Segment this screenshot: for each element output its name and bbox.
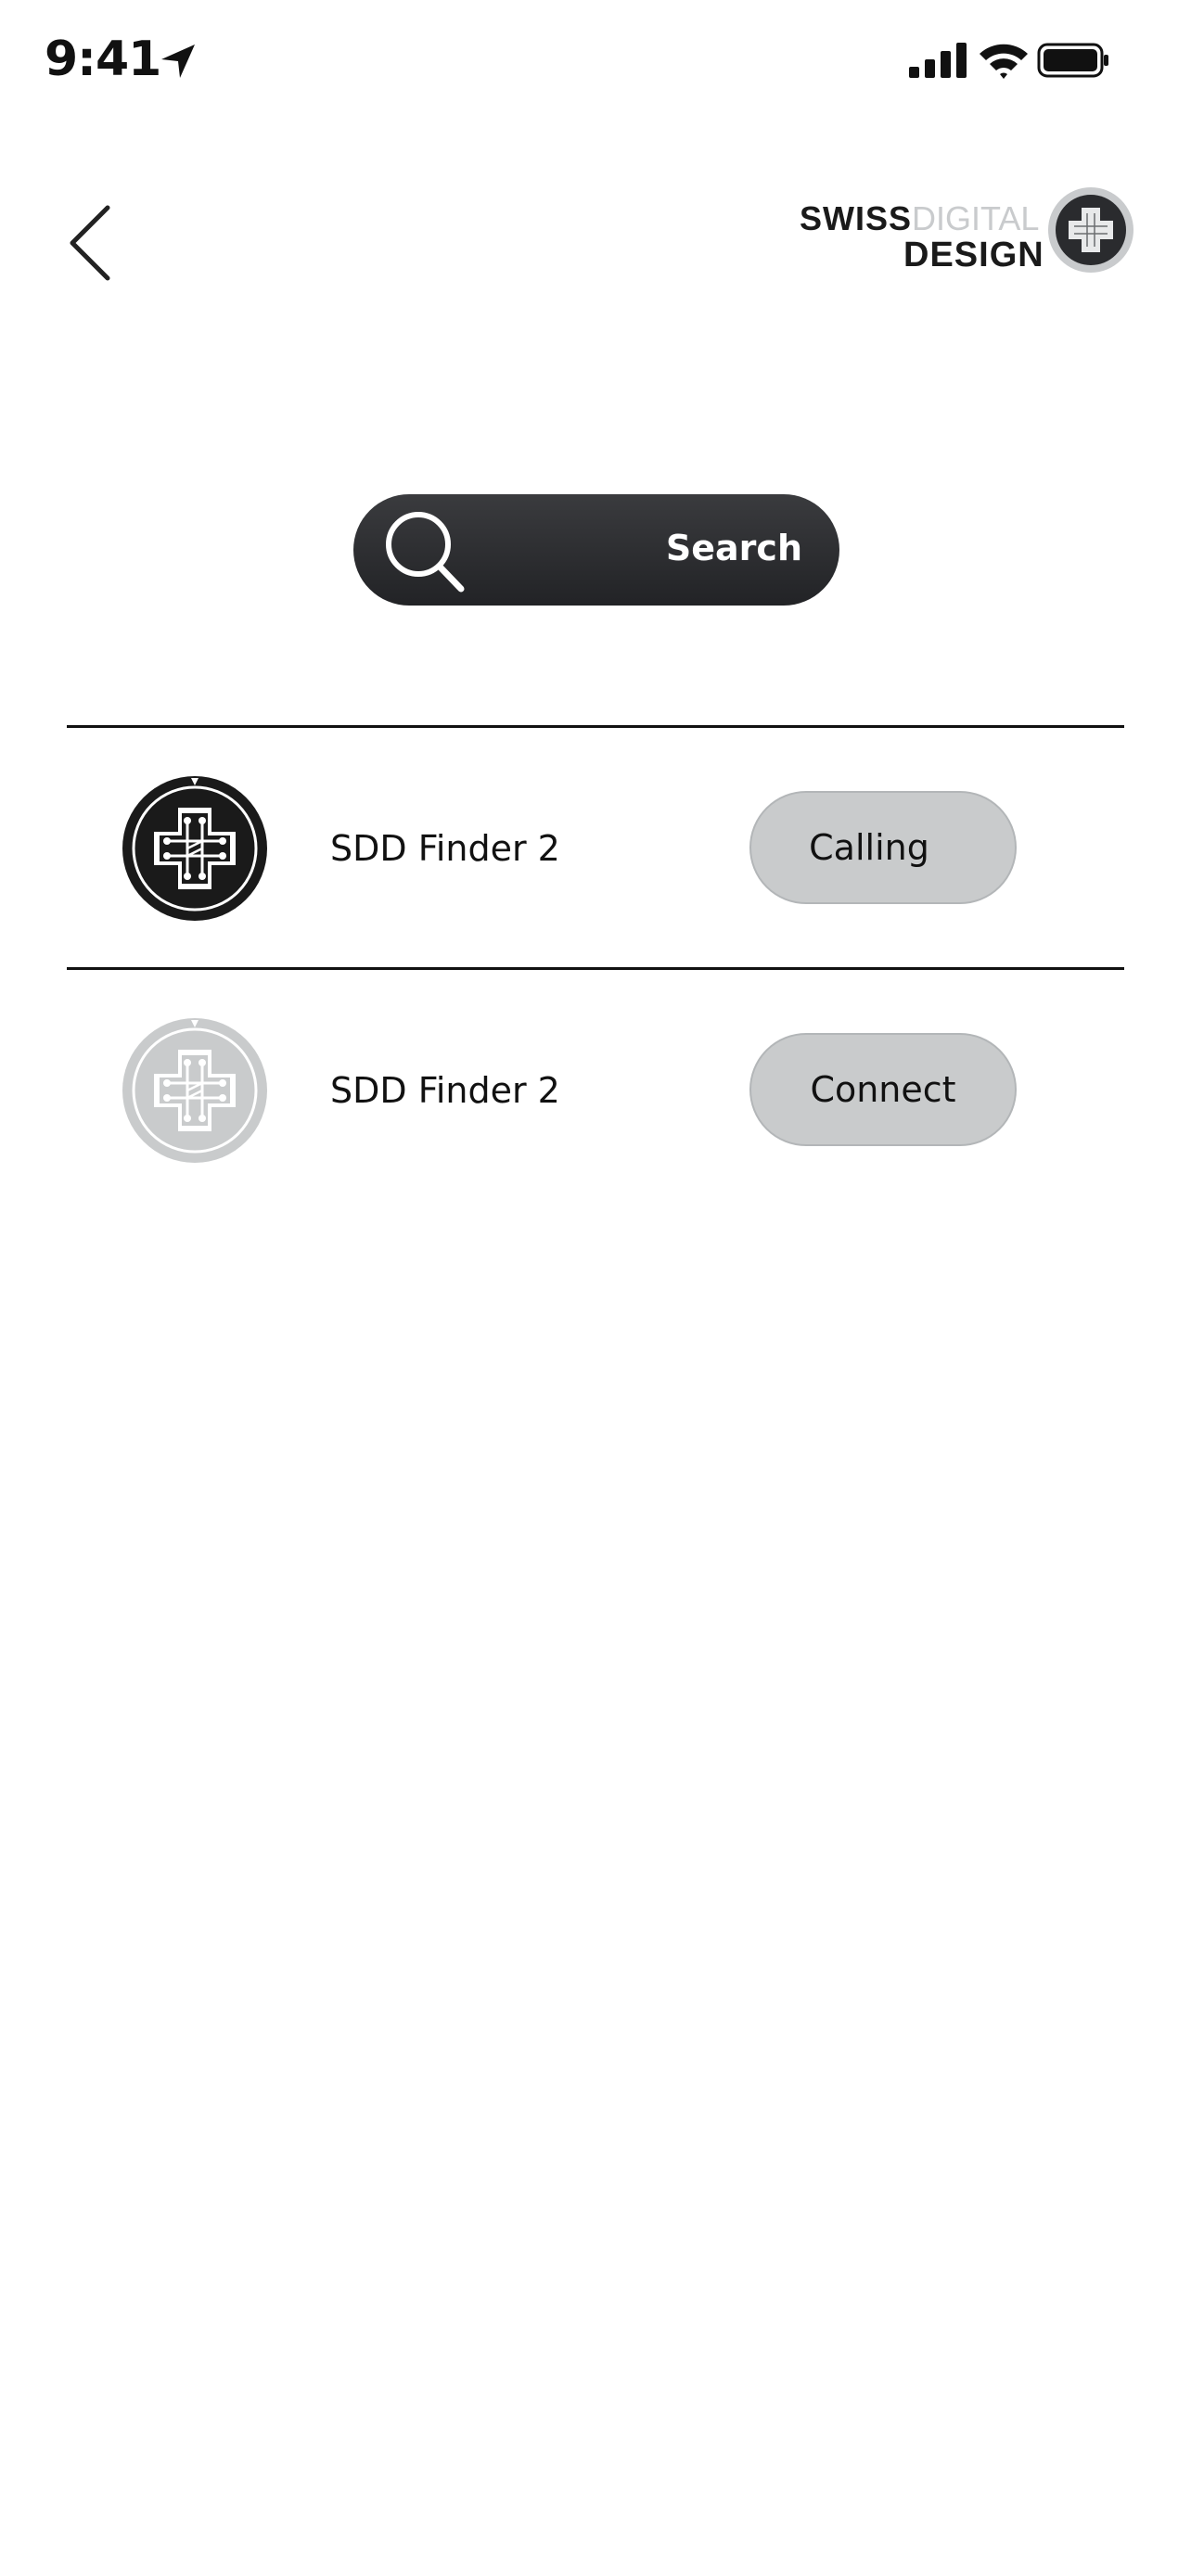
swiss-cross-emblem-icon [1048, 187, 1133, 273]
device-search-screen: 9:41 SWISSDIGITAL DESIGN Search SDD Find… [0, 0, 1191, 2576]
device-name: SDD Finder 2 [330, 1070, 560, 1111]
brand-logo: SWISSDIGITAL DESIGN [794, 182, 1139, 274]
search-label: Search [665, 528, 802, 568]
back-button[interactable] [56, 197, 130, 289]
sdd-finder-device-icon [122, 1018, 267, 1163]
wifi-icon [980, 44, 1028, 79]
calling-button[interactable]: Calling [749, 791, 1017, 904]
connect-button[interactable]: Connect [749, 1033, 1017, 1146]
logo-word-swiss: SWISS [800, 199, 913, 237]
search-button[interactable]: Search [353, 494, 839, 606]
logo-text-top: SWISSDIGITAL [800, 202, 1039, 236]
location-arrow-icon [161, 45, 195, 78]
device-name: SDD Finder 2 [330, 828, 560, 869]
search-icon [386, 512, 465, 593]
cellular-signal-icon [909, 43, 967, 78]
status-time: 9:41 [45, 32, 161, 87]
logo-word-digital: DIGITAL [912, 199, 1040, 237]
status-bar: 9:41 [0, 0, 1191, 130]
sdd-finder-device-icon [122, 776, 267, 921]
logo-word-design: DESIGN [903, 236, 1044, 274]
device-row: SDD Finder 2 Calling [67, 728, 1124, 967]
battery-icon [1037, 43, 1108, 78]
device-row: SDD Finder 2 Connect [67, 970, 1124, 1209]
chevron-left-icon [70, 205, 110, 281]
